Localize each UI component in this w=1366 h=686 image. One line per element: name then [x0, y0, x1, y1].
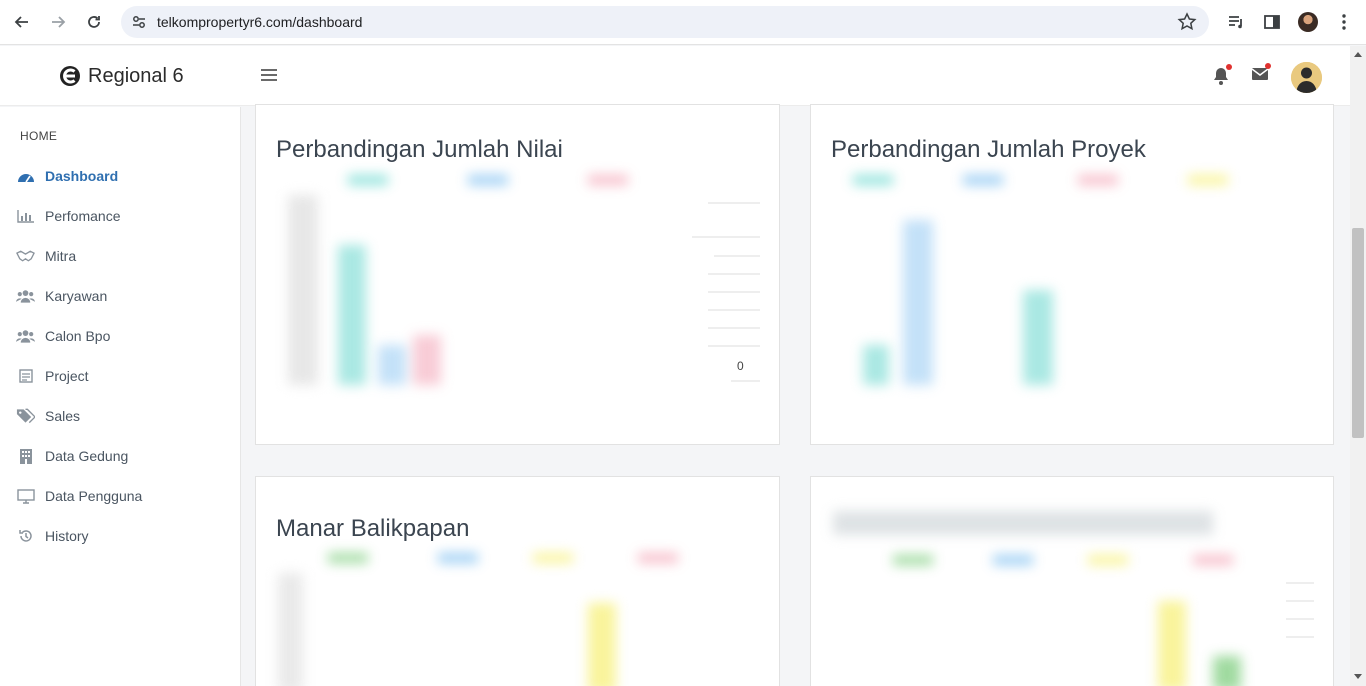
right-axis-tick-label: 0 — [737, 359, 744, 373]
sidebar-item-history[interactable]: History — [16, 525, 89, 547]
sidebar-item-label: Sales — [45, 408, 81, 424]
sidebar-item-data-gedung[interactable]: Data Gedung — [16, 445, 128, 467]
media-control-button[interactable] — [1225, 11, 1247, 33]
right-axis-ticks — [1286, 582, 1314, 638]
chart-card-jumlah-proyek: Perbandingan Jumlah Proyek — [810, 104, 1334, 445]
site-settings-icon[interactable] — [130, 13, 148, 31]
hamburger-menu-icon[interactable] — [261, 68, 277, 82]
chart-card-blurred — [810, 476, 1334, 686]
url-text[interactable]: telkompropertyr6.com/dashboard — [157, 14, 362, 30]
address-bar[interactable]: telkompropertyr6.com/dashboard — [121, 6, 1209, 38]
blurred-chart — [833, 511, 1313, 686]
brand-title: Regional 6 — [88, 64, 184, 87]
sidebar-item-label: Dashboard — [45, 168, 119, 184]
scroll-up-arrow-icon[interactable] — [1354, 52, 1362, 57]
user-avatar[interactable] — [1291, 62, 1322, 93]
forward-button[interactable] — [46, 10, 70, 34]
sidebar-item-label: History — [45, 528, 89, 544]
sidebar-item-label: Perfomance — [45, 208, 121, 224]
notifications-button[interactable] — [1212, 64, 1232, 86]
handshake-icon — [16, 248, 35, 264]
sidebar-item-perfomance[interactable]: Perfomance — [16, 205, 120, 227]
sidebar: HOME Dashboard Perfomance Mitra Karyawan… — [0, 107, 241, 686]
browser-profile-button[interactable] — [1297, 11, 1319, 33]
users-icon — [16, 288, 35, 304]
blurred-chart — [278, 553, 758, 686]
kebab-menu-icon — [1342, 14, 1346, 30]
chart-card-jumlah-nilai: Perbandingan Jumlah Nilai 0 — [255, 104, 780, 445]
profile-avatar — [1298, 12, 1318, 32]
back-button[interactable] — [10, 10, 34, 34]
side-panel-button[interactable] — [1261, 11, 1283, 33]
sidebar-item-dashboard[interactable]: Dashboard — [16, 165, 118, 187]
building-icon — [16, 448, 35, 464]
side-panel-icon — [1264, 15, 1280, 29]
bookmark-star-icon[interactable] — [1177, 12, 1197, 32]
sidebar-item-calon-bpo[interactable]: Calon Bpo — [16, 325, 110, 347]
browser-menu-button[interactable] — [1333, 11, 1355, 33]
tags-icon — [16, 408, 35, 424]
playlist-icon — [1229, 16, 1242, 29]
history-icon — [16, 528, 35, 544]
monitor-icon — [16, 488, 35, 504]
card-title: Perbandingan Jumlah Proyek — [831, 136, 1146, 163]
reload-button[interactable] — [82, 10, 106, 34]
card-title: Manar Balikpapan — [276, 515, 470, 542]
sidebar-item-karyawan[interactable]: Karyawan — [16, 285, 107, 307]
sidebar-item-label: Data Pengguna — [45, 488, 143, 504]
sidebar-item-project[interactable]: Project — [16, 365, 89, 387]
app-header: Regional 6 — [0, 46, 1350, 106]
right-axis-ticks — [692, 202, 760, 382]
message-dot — [1265, 63, 1271, 69]
sidebar-item-label: Mitra — [45, 248, 77, 264]
brand[interactable]: Regional 6 — [58, 64, 184, 88]
blurred-chart — [833, 175, 1313, 405]
scrollbar-thumb[interactable] — [1352, 228, 1364, 438]
sidebar-item-label: Project — [45, 368, 89, 384]
scroll-down-arrow-icon[interactable] — [1354, 674, 1362, 679]
gauge-icon — [16, 168, 35, 184]
page-scrollbar[interactable] — [1350, 46, 1366, 686]
sidebar-item-label: Calon Bpo — [45, 328, 111, 344]
brand-logo-icon — [60, 66, 80, 86]
forward-arrow-icon — [52, 16, 66, 28]
back-arrow-icon — [14, 16, 28, 28]
document-icon — [16, 368, 35, 384]
messages-button[interactable] — [1251, 63, 1271, 86]
sidebar-item-mitra[interactable]: Mitra — [16, 245, 76, 267]
sidebar-item-label: Karyawan — [45, 288, 108, 304]
browser-toolbar: telkompropertyr6.com/dashboard — [0, 0, 1366, 45]
sidebar-item-sales[interactable]: Sales — [16, 405, 80, 427]
card-title: Perbandingan Jumlah Nilai — [276, 136, 563, 163]
users-icon — [16, 328, 35, 344]
sidebar-heading: HOME — [20, 129, 58, 143]
reload-icon — [88, 16, 100, 28]
chart-card-manar-balikpapan: Manar Balikpapan — [255, 476, 780, 686]
sidebar-item-data-pengguna[interactable]: Data Pengguna — [16, 485, 142, 507]
user-photo-icon — [1291, 62, 1322, 93]
sidebar-item-label: Data Gedung — [45, 448, 129, 464]
notification-dot — [1226, 64, 1232, 70]
bar-chart-icon — [16, 208, 35, 224]
